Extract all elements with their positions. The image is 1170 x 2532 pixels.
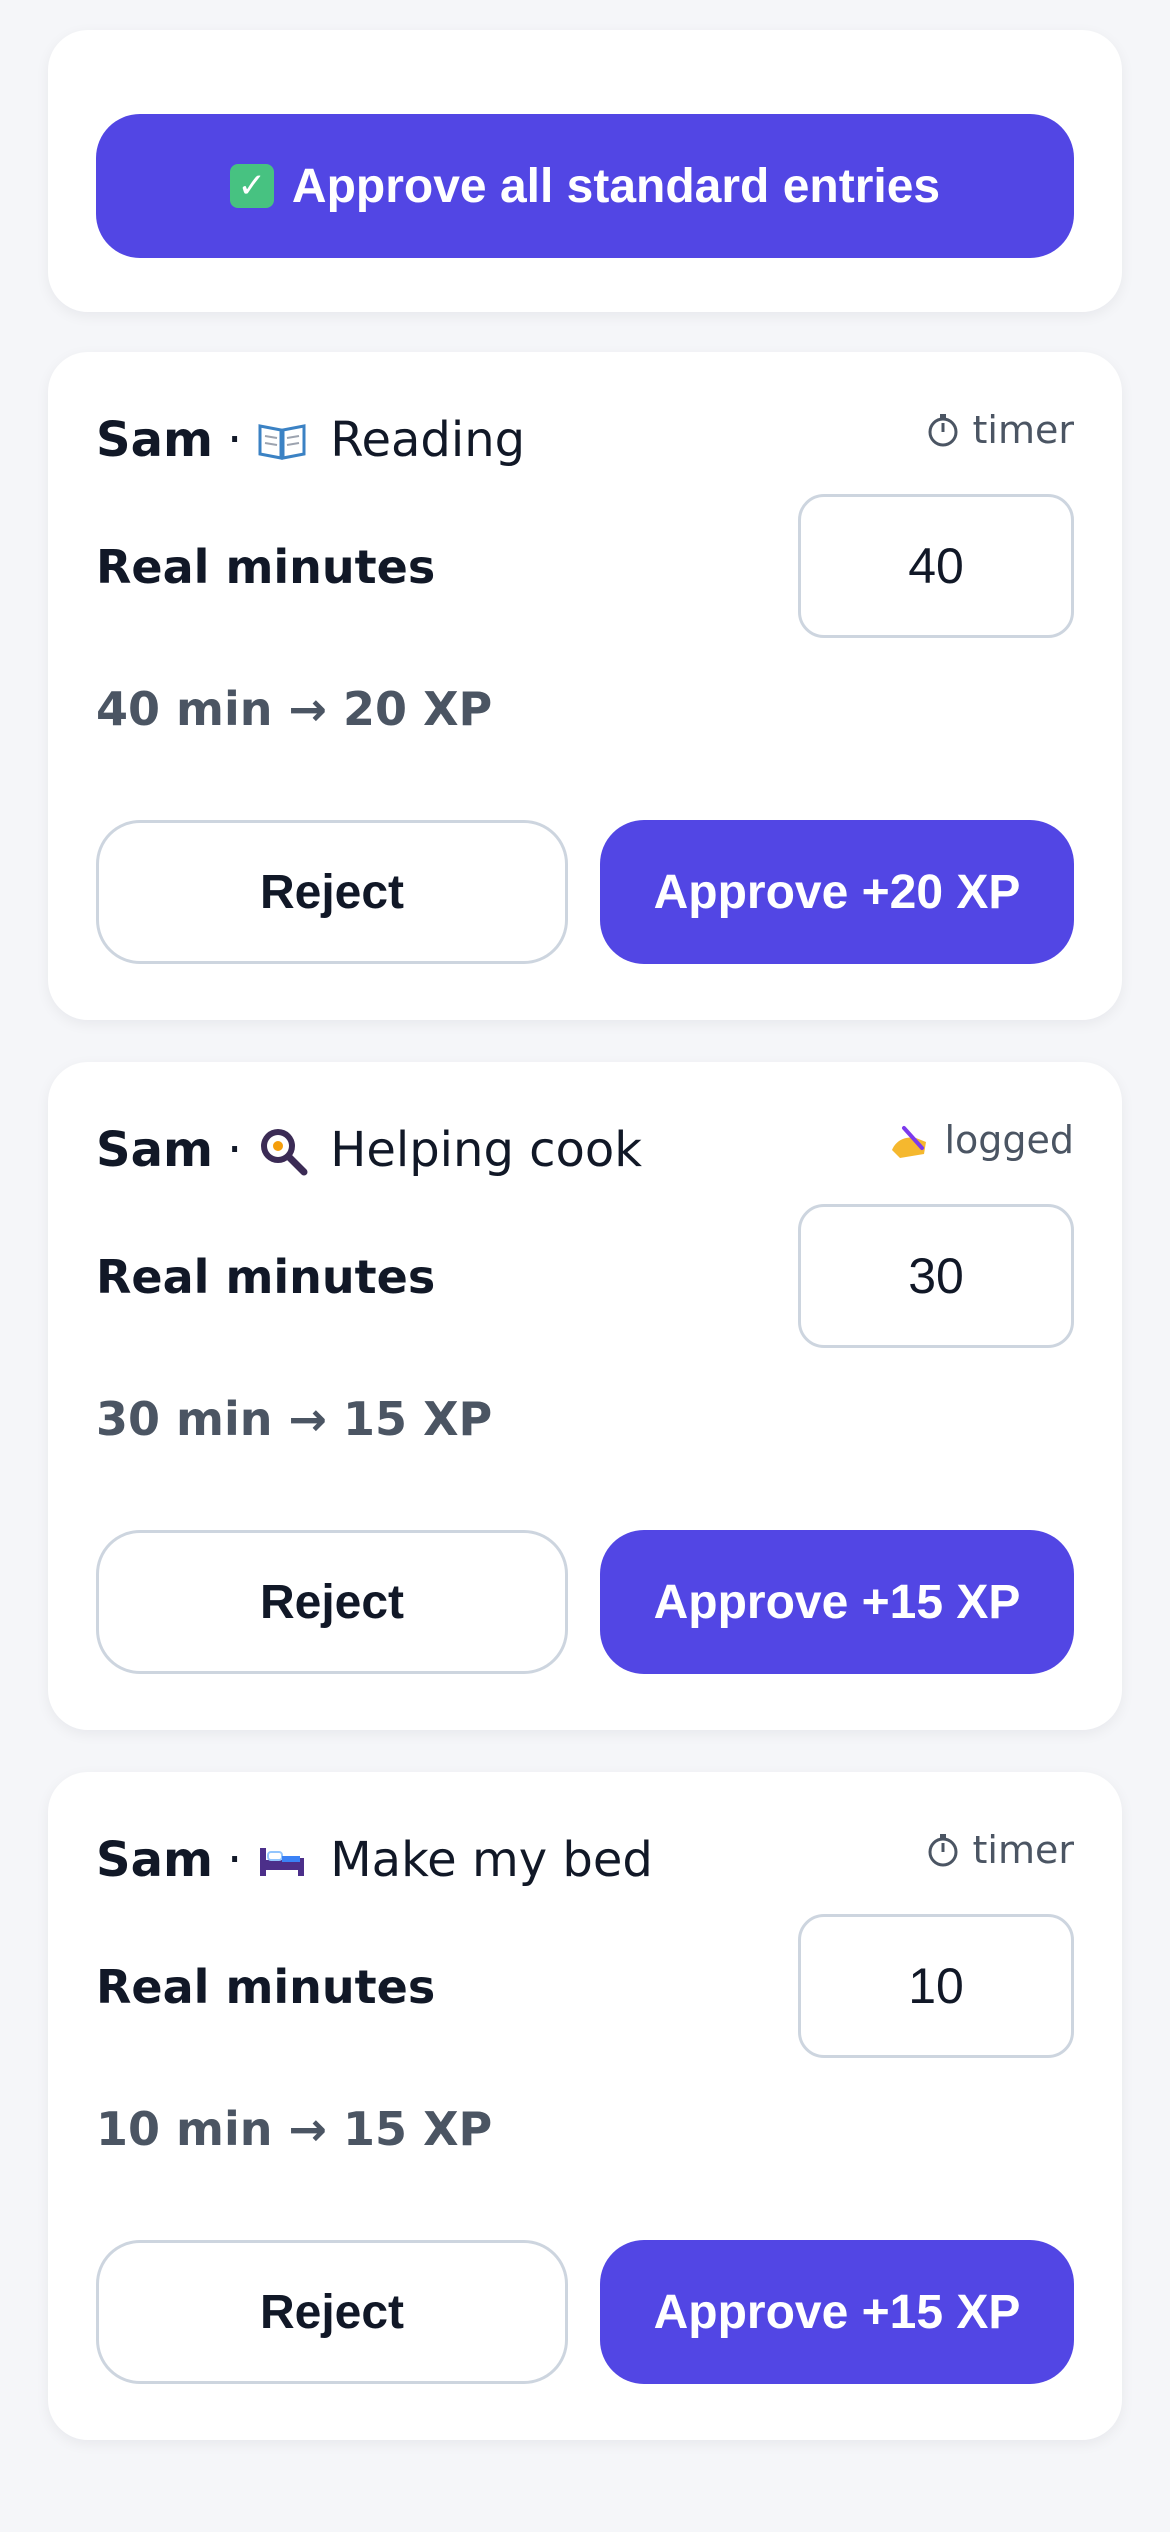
writing-hand-icon — [886, 1120, 932, 1160]
task-label: Reading — [330, 412, 526, 468]
source-label: logged — [944, 1118, 1074, 1162]
task-label: Helping cook — [330, 1122, 643, 1178]
entry-card: Sam · Make my bed timer Real minutes 10 … — [48, 1772, 1122, 2440]
approve-button[interactable]: Approve +15 XP — [600, 2240, 1074, 2384]
approve-all-button[interactable]: ✓ Approve all standard entries — [96, 114, 1074, 258]
kid-name: Sam — [96, 1122, 213, 1178]
separator: · — [226, 1122, 243, 1178]
frying-pan-icon — [256, 1124, 308, 1176]
open-book-icon — [256, 414, 308, 466]
entry-source: logged — [886, 1118, 1074, 1162]
source-label: timer — [972, 408, 1074, 452]
minutes-input[interactable] — [798, 494, 1074, 638]
xp-summary: 40 min → 20 XP — [96, 682, 493, 736]
approve-all-card: ✓ Approve all standard entries — [48, 30, 1122, 312]
minutes-label: Real minutes — [96, 1250, 436, 1304]
minutes-label: Real minutes — [96, 540, 436, 594]
entry-card: Sam · Helping cook logged Real minutes 3… — [48, 1062, 1122, 1730]
entry-title: Sam · Helping cook — [96, 1114, 642, 1186]
entry-title: Sam · Reading — [96, 404, 525, 476]
entry-source: timer — [925, 1828, 1074, 1872]
separator: · — [226, 412, 243, 468]
check-mark-button-icon: ✓ — [229, 164, 274, 208]
minutes-input[interactable] — [798, 1914, 1074, 2058]
minutes-input[interactable] — [798, 1204, 1074, 1348]
stopwatch-icon — [925, 412, 961, 448]
xp-summary: 30 min → 15 XP — [96, 1392, 493, 1446]
separator: · — [226, 1832, 243, 1888]
minutes-label: Real minutes — [96, 1960, 436, 2014]
xp-summary: 10 min → 15 XP — [96, 2102, 493, 2156]
source-label: timer — [972, 1828, 1074, 1872]
approve-button[interactable]: Approve +20 XP — [600, 820, 1074, 964]
approve-all-label: Approve all standard entries — [291, 159, 941, 213]
entry-title: Sam · Make my bed — [96, 1824, 653, 1896]
kid-name: Sam — [96, 412, 213, 468]
reject-button[interactable]: Reject — [96, 1530, 568, 1674]
kid-name: Sam — [96, 1832, 213, 1888]
reject-button[interactable]: Reject — [96, 2240, 568, 2384]
approve-button[interactable]: Approve +15 XP — [600, 1530, 1074, 1674]
reject-button[interactable]: Reject — [96, 820, 568, 964]
entry-card: Sam · Reading timer Real minutes 40 min … — [48, 352, 1122, 1020]
entry-source: timer — [925, 408, 1074, 452]
task-label: Make my bed — [330, 1832, 653, 1888]
bed-icon — [256, 1834, 308, 1886]
stopwatch-icon — [925, 1832, 961, 1868]
